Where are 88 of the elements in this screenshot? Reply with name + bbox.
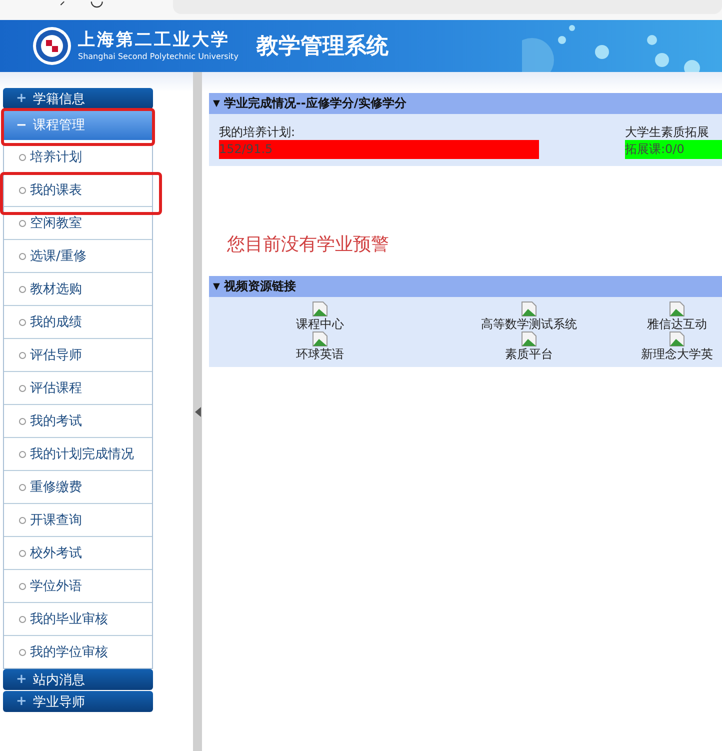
circle-icon [19,582,26,590]
menu-item[interactable]: 开课查询 [4,504,152,537]
circle-icon [19,550,26,556]
resource-link[interactable]: 新理念大学英 [641,347,713,361]
plus-icon: + [16,694,30,709]
circle-icon [19,154,26,160]
menu-item[interactable]: 我的计划完成情况 [4,438,152,471]
menu-item[interactable]: 教材选购 [4,273,152,306]
menu-item[interactable]: 我的成绩 [4,306,152,339]
broken-image-icon [669,331,685,347]
menu-item-label[interactable]: 重修缴费 [30,478,82,496]
resource-link[interactable]: 雅信达互动 [647,317,707,331]
menu-item-label[interactable]: 校外考试 [30,544,82,562]
menu-group-label: 学籍信息 [33,90,85,108]
menu-item-label[interactable]: 开课查询 [30,511,82,529]
menu-item[interactable]: 评估课程 [4,372,152,405]
menu-item[interactable]: 空闲教室 [4,207,152,240]
university-name: 上海第二工业大学 [78,29,231,51]
menu-item[interactable]: 培养计划 [4,141,152,174]
circle-icon [19,220,26,226]
menu-item-label[interactable]: 评估导师 [30,346,82,364]
menu-group-label: 站内消息 [33,672,85,688]
minus-icon: − [16,118,30,132]
circle-icon [19,484,26,490]
refresh-icon[interactable] [90,0,104,10]
menu-group-header[interactable]: + 站内消息 [3,669,153,690]
warning-message: 您目前没有学业预警 [227,233,390,256]
section-title: 学业完成情况--应修学分/实修学分 [224,95,406,112]
menu-item-label[interactable]: 我的计划完成情况 [30,445,134,463]
menu-group-label: 课程管理 [33,117,85,134]
broken-image-icon [312,331,328,347]
menu-item[interactable]: 我的毕业审核 [4,603,152,636]
circle-icon [19,418,26,424]
section-title: 视频资源链接 [224,278,296,295]
menu-item[interactable]: 重修缴费 [4,471,152,504]
circle-icon [19,352,26,358]
menu-item-label[interactable]: 我的毕业审核 [30,610,108,628]
circle-icon [19,616,26,622]
menu-item-label[interactable]: 我的考试 [30,412,82,430]
university-english-name: Shanghai Second Polytechnic University [78,51,238,63]
progress-bar: 拓展课:0/0 [625,140,722,159]
circle-icon [19,252,26,260]
menu-item-label[interactable]: 学位外语 [30,577,82,595]
menu-item[interactable]: 我的课表 [4,174,152,207]
circle-icon [19,286,26,292]
circle-icon [19,318,26,326]
collapse-arrow-icon[interactable] [194,406,200,416]
circle-icon [19,384,26,392]
menu-item-label[interactable]: 空闲教室 [30,214,82,232]
menu-item[interactable]: 校外考试 [4,537,152,570]
menu-item-label[interactable]: 选课/重修 [30,247,86,265]
menu-group-label: 学业导师 [33,694,85,710]
collapse-triangle-icon: ▼ [213,98,220,108]
circle-icon [19,516,26,524]
menu-item[interactable]: 我的学位审核 [4,636,152,668]
menu-item[interactable]: 学位外语 [4,570,152,603]
broken-image-icon [312,301,328,317]
resource-link[interactable]: 素质平台 [505,347,553,361]
resource-link[interactable]: 高等数学测试系统 [481,317,577,331]
menu-group-header[interactable]: + 学籍信息 [3,88,153,109]
broken-image-icon [521,331,537,347]
menu-item[interactable]: 我的考试 [4,405,152,438]
menu-item-label[interactable]: 我的课表 [30,181,82,199]
menu-item-label[interactable]: 培养计划 [30,148,82,166]
plus-icon: + [16,91,30,106]
menu-item-label[interactable]: 我的学位审核 [30,643,108,661]
system-title: 教学管理系统 [256,32,388,61]
circle-icon [19,450,26,458]
broken-image-icon [669,301,685,317]
menu-item[interactable]: 选课/重修 [4,240,152,273]
circle-icon [19,186,26,194]
menu-group-header[interactable]: + 学业导师 [3,691,153,712]
menu-item[interactable]: 评估导师 [4,339,152,372]
section-header[interactable]: ▼ 学业完成情况--应修学分/实修学分 [209,93,722,114]
collapse-triangle-icon: ▼ [213,282,220,292]
progress-label: 大学生素质拓展 [625,124,710,140]
plus-icon: + [16,672,30,687]
progress-bar: 152/91.5 [219,140,539,159]
menu-item-label[interactable]: 教材选购 [30,280,82,298]
broken-image-icon [521,301,537,317]
progress-label: 我的培养计划: [219,124,296,140]
university-logo-icon [32,26,72,66]
menu-item-label[interactable]: 评估课程 [30,379,82,397]
resource-link[interactable]: 课程中心 [296,317,344,331]
section-header[interactable]: ▼ 视频资源链接 [209,276,722,297]
circle-icon [19,648,26,656]
menu-item-label[interactable]: 我的成绩 [30,313,82,331]
resource-link[interactable]: 环球英语 [296,347,344,361]
